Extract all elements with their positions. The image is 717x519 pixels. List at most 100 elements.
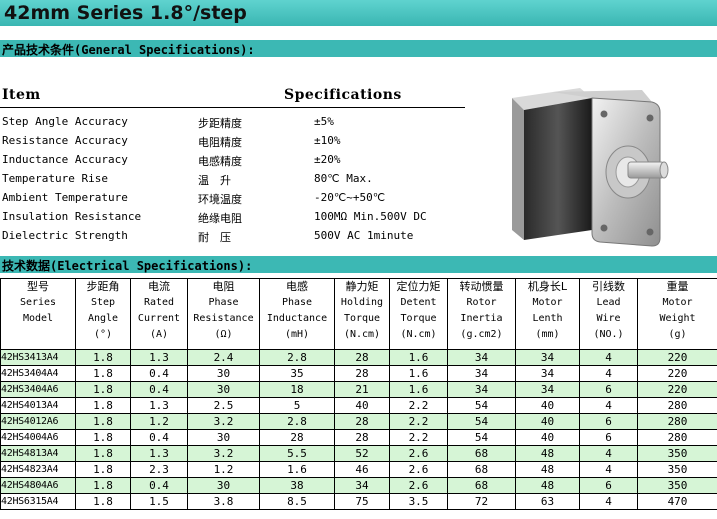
general-section-label: 产品技术条件(General Specifications):	[2, 43, 255, 57]
table-cell: 1.6	[259, 461, 335, 478]
table-cell: 350	[637, 477, 717, 494]
column-header-cn: 静力矩	[345, 280, 379, 293]
table-cell: 220	[637, 381, 717, 398]
column-header-en: Phase	[208, 297, 239, 308]
table-cell: 54	[447, 429, 516, 446]
table-cell: 3.2	[187, 413, 260, 430]
table-cell: 48	[515, 461, 580, 478]
column-header-en: (N.cm)	[343, 329, 381, 340]
table-cell: 1.8	[75, 381, 131, 398]
spec-item-cn: 电感精度	[198, 155, 242, 168]
table-cell: 1.8	[75, 477, 131, 494]
general-spec-row: Temperature Rise 温 升 80℃ Max.	[0, 169, 465, 188]
table-cell: 28	[334, 429, 390, 446]
column-header: 电流 Rated Current (A)	[130, 278, 188, 350]
spec-item-en: Dielectric Strength	[2, 229, 128, 242]
electrical-section-header: 技术数据(Electrical Specifications):	[0, 256, 717, 273]
table-cell: 54	[447, 413, 516, 430]
column-header-cn: 电阻	[212, 280, 235, 293]
general-spec-row: Ambient Temperature 环境温度 -20℃~+50℃	[0, 188, 465, 207]
table-cell: 2.3	[130, 461, 188, 478]
spec-value: ±10%	[314, 134, 341, 147]
general-spec-row: Inductance Accuracy 电感精度 ±20%	[0, 150, 465, 169]
spec-item-en: Resistance Accuracy	[2, 134, 128, 147]
table-cell: 46	[334, 461, 390, 478]
table-cell: 0.4	[130, 429, 188, 446]
table-cell: 220	[637, 365, 717, 382]
spec-item-cn: 温 升	[198, 174, 231, 187]
table-cell: 1.8	[75, 493, 131, 510]
column-header-cn: 转动惯量	[459, 280, 504, 293]
table-cell: 3.2	[187, 445, 260, 462]
column-header-en: (g)	[668, 329, 687, 340]
stepper-motor-image	[512, 88, 669, 247]
model-cell: 42HS4813A4	[0, 445, 76, 462]
table-cell: 21	[334, 381, 390, 398]
table-cell: 2.6	[389, 445, 448, 462]
table-cell: 3.8	[187, 493, 260, 510]
model-cell: 42HS6315A4	[0, 493, 76, 510]
table-cell: 34	[334, 477, 390, 494]
table-cell: 54	[447, 397, 516, 414]
page-title: 42mm Series 1.8°/step	[4, 2, 247, 24]
spec-item-cn: 电阻精度	[198, 136, 242, 149]
table-cell: 2.5	[187, 397, 260, 414]
table-cell: 34	[447, 365, 516, 382]
column-header-en: Wire	[596, 313, 621, 324]
column-header-en: Holding	[340, 297, 384, 308]
spec-item-cn: 步距精度	[198, 117, 242, 130]
table-cell: 18	[259, 381, 335, 398]
table-cell: 4	[579, 349, 638, 366]
model-cell: 42HS4013A4	[0, 397, 76, 414]
column-header-en: (A)	[149, 329, 169, 340]
spec-item-cn: 绝缘电阻	[198, 212, 242, 225]
title-bar: 42mm Series 1.8°/step	[0, 0, 717, 26]
model-cell: 42HS4823A4	[0, 461, 76, 478]
table-cell: 30	[187, 381, 260, 398]
table-cell: 280	[637, 413, 717, 430]
table-cell: 0.4	[130, 477, 188, 494]
spec-item-en: Inductance Accuracy	[2, 153, 128, 166]
table-cell: 52	[334, 445, 390, 462]
table-cell: 4	[579, 397, 638, 414]
column-header-en: Torque	[400, 313, 437, 324]
table-cell: 30	[187, 365, 260, 382]
column-header: 静力矩 Holding Torque (N.cm)	[334, 278, 390, 350]
table-cell: 28	[334, 413, 390, 430]
item-column-heading: Item	[2, 87, 41, 103]
column-header-en: Weight	[659, 313, 696, 324]
column-header-en: Phase	[281, 297, 313, 308]
column-header: 定位力矩 Detent Torque (N.cm)	[389, 278, 448, 350]
column-header-en: Torque	[343, 313, 381, 324]
table-cell: 5	[259, 397, 335, 414]
table-row: 42HS3413A4 1.8 1.3 2.4 2.8 28 1.6 34 34 4 220	[0, 349, 717, 366]
column-header-en: Current	[137, 313, 181, 324]
specifications-column-heading: Specifications	[284, 87, 402, 103]
table-cell: 470	[637, 493, 717, 510]
table-cell: 34	[515, 349, 580, 366]
table-cell: 1.2	[130, 413, 188, 430]
table-row: 42HS4004A6 1.8 0.4 30 28 28 2.2 54 40 6 280	[0, 429, 717, 446]
table-row: 42HS4012A6 1.8 1.2 3.2 2.8 28 2.2 54 40 6 280	[0, 413, 717, 430]
table-cell: 48	[515, 445, 580, 462]
table-cell: 4	[579, 365, 638, 382]
table-cell: 2.6	[389, 461, 448, 478]
table-cell: 30	[187, 477, 260, 494]
spec-item-cn: 环境温度	[198, 193, 242, 206]
table-cell: 1.6	[389, 381, 448, 398]
table-cell: 40	[515, 413, 580, 430]
table-cell: 0.4	[130, 381, 188, 398]
table-cell: 2.2	[389, 429, 448, 446]
table-cell: 350	[637, 461, 717, 478]
column-header-en: Rated	[143, 297, 175, 308]
spec-item-en: Insulation Resistance	[2, 210, 142, 223]
table-row: 42HS4804A6 1.8 0.4 30 38 34 2.6 68 48 6 350	[0, 477, 717, 494]
table-row: 42HS3404A6 1.8 0.4 30 18 21 1.6 34 34 6 220	[0, 381, 717, 398]
table-cell: 1.8	[75, 445, 131, 462]
table-cell: 280	[637, 397, 717, 414]
spec-value: ±5%	[314, 115, 334, 128]
spec-item-cn: 耐 压	[198, 231, 231, 244]
table-cell: 34	[515, 381, 580, 398]
spec-value: -20℃~+50℃	[314, 191, 386, 204]
column-header-en: (°)	[93, 329, 113, 340]
